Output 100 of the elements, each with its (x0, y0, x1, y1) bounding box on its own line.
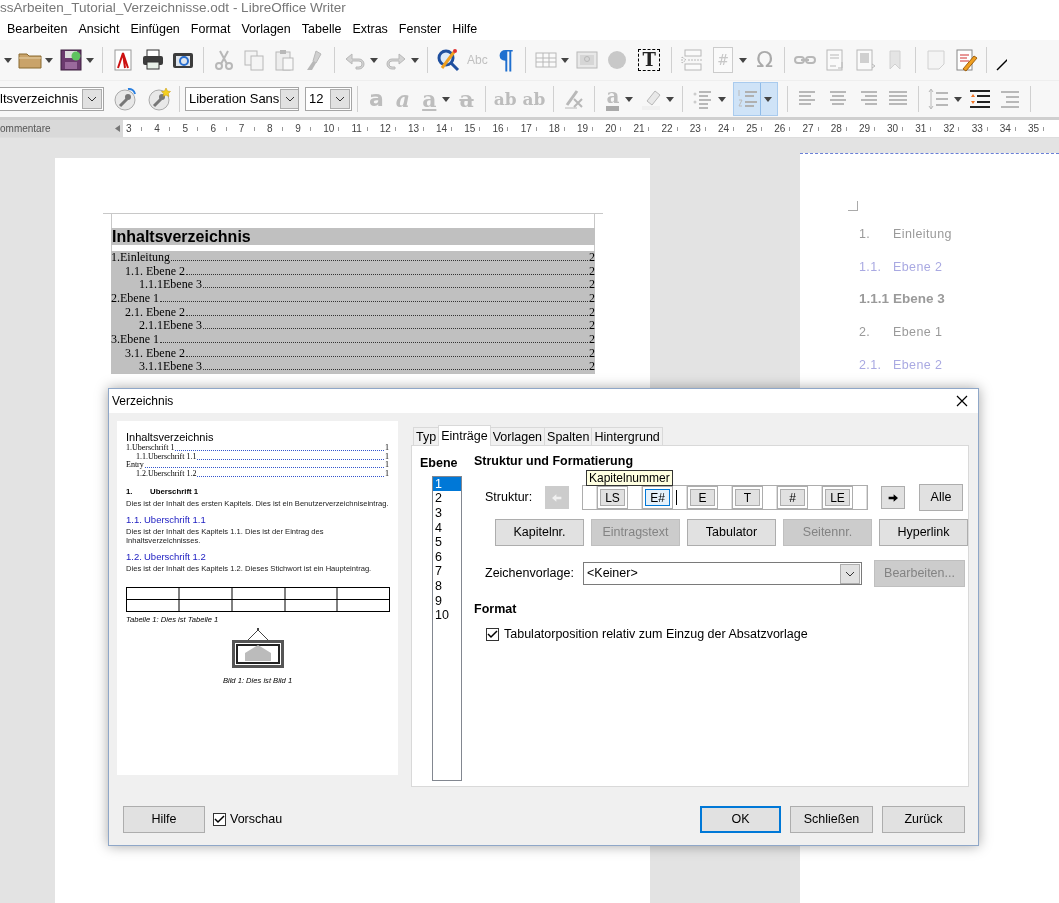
window-title: ssArbeiten_Tutorial_Verzeichnisse.odt - LibreOffice Writer (0, 0, 1059, 18)
ruler-number: 19 (577, 122, 589, 136)
toc-entry: 2.1. Ebene 2 (125, 305, 185, 320)
menu-item[interactable]: Einfügen (130, 19, 180, 39)
list-item[interactable]: 8 (433, 578, 461, 594)
ruler-number: 18 (548, 122, 560, 136)
list-item[interactable]: 3 (433, 505, 461, 521)
ruler-number: 11 (351, 122, 362, 136)
list-item[interactable]: 6 (433, 549, 461, 565)
insert-button[interactable]: Hyperlink (879, 519, 968, 546)
list-item[interactable]: 5 (433, 535, 461, 550)
list-item[interactable]: 9 (433, 593, 461, 609)
dialog-button[interactable]: Zurück (882, 806, 965, 833)
ruler-number: 24 (717, 122, 730, 136)
ruler-number: 22 (661, 122, 673, 136)
tab[interactable]: Vorlagen (489, 427, 546, 445)
page-number: 2 (589, 264, 595, 279)
menu-item[interactable]: Vorlagen (241, 19, 291, 39)
page-number: 2 (589, 305, 595, 320)
toc-entry: 1.1.1Ebene 3 (139, 278, 202, 292)
page-number: 1 (385, 452, 389, 461)
menu-item[interactable]: Fenster (398, 19, 442, 39)
list-item[interactable]: 2 (433, 491, 461, 506)
heading-text: Einleitung (893, 226, 952, 243)
ruler-number: 17 (520, 122, 532, 136)
ruler-number: 14 (436, 122, 448, 136)
field-label: Zeichenvorlage: (485, 565, 571, 583)
ruler-number: 30 (887, 122, 899, 136)
ruler-number: 31 (915, 122, 927, 136)
insert-button[interactable]: Kapitelnr. (495, 519, 584, 546)
ruler-number: 15 (464, 122, 476, 136)
tab[interactable]: Hintergrund (591, 427, 663, 445)
ruler-number: 33 (971, 122, 983, 136)
pilcrow-icon[interactable]: ¶ (497, 48, 515, 72)
tab[interactable]: Typ (413, 427, 440, 445)
toc-entry: 3.Ebene 1 (111, 333, 159, 347)
menu-item[interactable]: Tabelle (301, 19, 342, 39)
page-number: 2 (589, 333, 595, 347)
paragraph-style-dropdown[interactable]: ltsverzeichnis (0, 87, 104, 111)
structure-field[interactable]: LS E# E T # LE (582, 485, 868, 510)
heading-number: 1. (859, 226, 872, 243)
level-list[interactable]: 1 2 3 4 5 6 7 8 9 10 (432, 475, 462, 781)
ruler-number: 6 (210, 122, 217, 136)
section-heading: Format (474, 601, 518, 618)
page-number: 1 (385, 461, 389, 470)
toc-title: Inhaltsverzeichnis (111, 228, 252, 245)
ruler-number: 8 (266, 122, 273, 136)
font-size-dropdown[interactable]: 12 (305, 87, 352, 111)
structure-token[interactable]: E# (645, 489, 670, 506)
menu-item[interactable]: Ansicht (78, 19, 120, 39)
structure-token[interactable]: T (735, 489, 760, 506)
structure-token[interactable]: E (690, 489, 715, 506)
list-item[interactable]: 7 (433, 564, 461, 579)
character-style-dropdown[interactable]: <Keiner> (583, 562, 862, 585)
ruler-number: 25 (746, 122, 758, 136)
help-button[interactable]: Hilfe (123, 806, 205, 833)
insert-button[interactable]: Tabulator (687, 519, 776, 546)
dialog-button[interactable]: OK (700, 806, 781, 833)
page-number: 2 (589, 251, 595, 265)
page-number: 2 (589, 319, 595, 334)
ruler-number: 5 (182, 122, 188, 136)
ruler-number: 3 (126, 122, 132, 136)
structure-token[interactable]: LE (825, 489, 850, 506)
ruler-number: 23 (689, 122, 701, 136)
section-heading: Struktur und Formatierung (474, 454, 635, 469)
structure-token[interactable]: LS (600, 489, 625, 506)
font-name-dropdown[interactable]: Liberation Sans (185, 87, 299, 111)
all-button[interactable]: Alle (919, 484, 963, 511)
toc-entry: 1.Uberschrift 1 (126, 444, 175, 453)
dialog-button[interactable]: Schließen (790, 806, 873, 833)
ruler-number: 20 (605, 122, 617, 136)
heading-number: 2. (859, 323, 872, 341)
ruler-number: 9 (295, 122, 301, 136)
ruler-number: 34 (999, 122, 1011, 136)
toc-entry: 1.Einleitung (111, 251, 170, 265)
level-label: Ebene (420, 455, 459, 472)
page-number: 2 (589, 346, 595, 361)
page-number: 1 (385, 444, 389, 453)
ruler-number: 12 (379, 122, 391, 136)
structure-token[interactable]: # (780, 489, 805, 506)
heading-number: 1.1. (859, 258, 883, 276)
tab[interactable]: Spalten (544, 427, 593, 445)
ruler-number: 27 (802, 122, 814, 136)
text-box-icon[interactable]: T (638, 49, 661, 71)
ruler-number: 13 (407, 122, 419, 136)
menu-item[interactable]: Bearbeiten (7, 19, 68, 39)
page-number: 2 (589, 360, 595, 375)
structure-label: Struktur: (485, 489, 534, 507)
list-item[interactable]: 10 (433, 608, 461, 623)
toc-entry: 1.1. Ebene 2 (125, 264, 185, 279)
tab[interactable]: Einträge (438, 425, 491, 446)
page-number: 2 (589, 292, 595, 306)
list-item[interactable]: 1 (433, 476, 461, 492)
menu-item[interactable]: Extras (352, 19, 388, 39)
ruler-number: 21 (633, 122, 645, 136)
menu-item[interactable]: Format (190, 19, 231, 39)
heading-number: 1.1.1 (859, 289, 891, 308)
heading-text: Ebene 2 (893, 258, 943, 276)
menu-item[interactable]: Hilfe (452, 19, 478, 39)
list-item[interactable]: 4 (433, 520, 461, 536)
